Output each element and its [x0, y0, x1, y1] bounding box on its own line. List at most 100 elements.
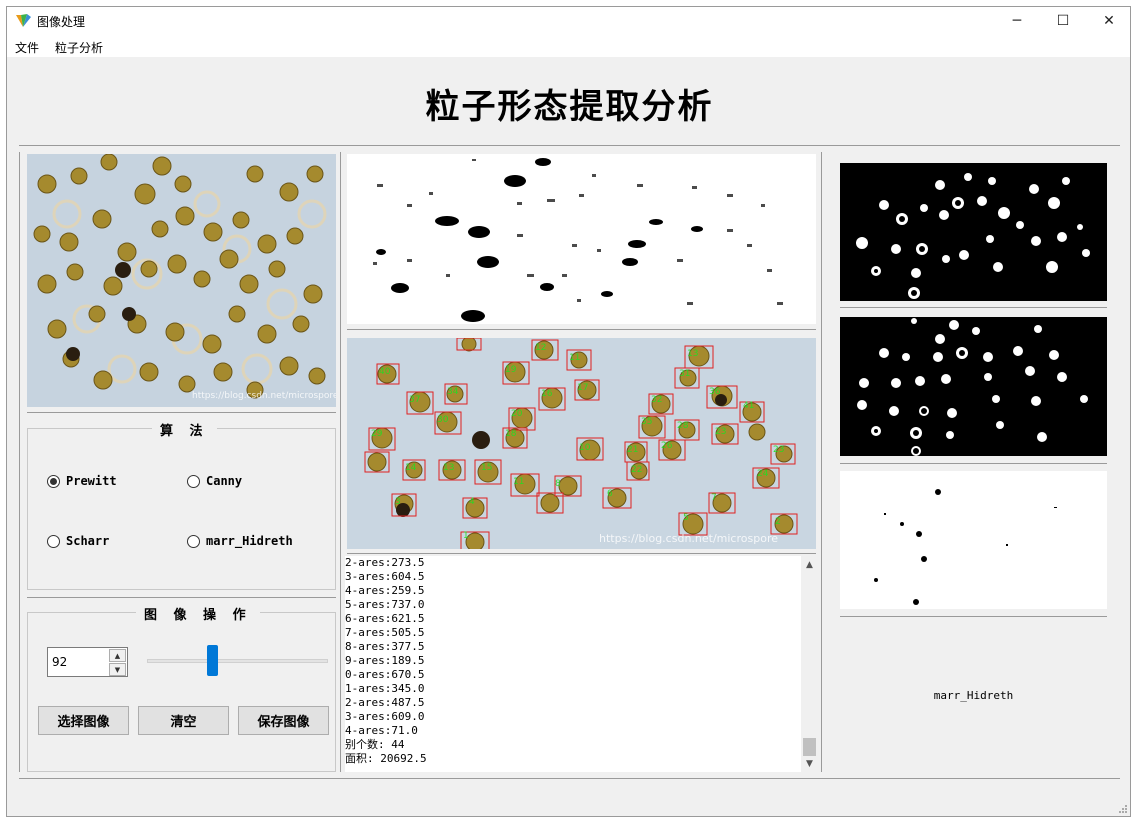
svg-text:23: 23 [773, 445, 784, 455]
svg-text:15: 15 [481, 463, 492, 473]
svg-text:5: 5 [683, 513, 689, 523]
radio-canny[interactable]: Canny [187, 474, 242, 488]
menu-bar: 文件 粒子分析 [7, 35, 1130, 57]
output-line: 1-ares:345.0 [345, 682, 425, 695]
svg-text:26: 26 [661, 441, 673, 451]
right-divider-2 [840, 463, 1107, 464]
algorithm-group-title: 算 法 [152, 420, 217, 439]
output-line: 5-ares:737.0 [345, 598, 425, 611]
header-divider [19, 145, 1120, 146]
maximize-button[interactable]: ☐ [1040, 7, 1086, 35]
output-line: 4-ares:71.0 [345, 724, 418, 737]
image-ops-group: 图 像 操 作 [27, 604, 336, 772]
svg-text:19: 19 [505, 365, 517, 375]
page-title: 粒子形态提取分析 [425, 87, 714, 127]
binary-image [347, 154, 816, 324]
output-line: 2-ares:487.5 [345, 696, 425, 709]
output-line: 0-ares:670.5 [345, 668, 425, 681]
spin-down-button[interactable]: ▼ [109, 663, 126, 676]
scroll-up-icon[interactable]: ▲ [801, 558, 818, 572]
svg-text:29: 29 [371, 429, 383, 439]
minimize-button[interactable]: ─ [994, 7, 1040, 35]
spin-up-button[interactable]: ▲ [109, 649, 126, 662]
menu-particle-analysis[interactable]: 粒子分析 [55, 39, 103, 56]
svg-text:37: 37 [409, 395, 420, 405]
original-image-watermark: https://blog.csdn.net/microspore [192, 391, 336, 401]
svg-text:22: 22 [631, 465, 642, 475]
svg-text:28: 28 [677, 421, 689, 431]
svg-text:40: 40 [379, 367, 391, 377]
svg-text:4: 4 [469, 497, 475, 507]
image-ops-group-title: 图 像 操 作 [136, 604, 260, 623]
algorithm-group: 算 法 [27, 420, 336, 590]
close-button[interactable]: ✕ [1086, 7, 1132, 35]
resize-grip-icon[interactable] [1117, 803, 1127, 813]
svg-text:1: 1 [463, 531, 469, 541]
radio-prewitt-indicator[interactable] [47, 474, 60, 488]
radio-prewitt-label: Prewitt [66, 474, 117, 488]
svg-text:3: 3 [395, 497, 401, 507]
select-image-button[interactable]: 选择图像 [38, 706, 129, 735]
output-scrollbar[interactable]: ▲ ▼ [801, 556, 818, 772]
col-divider-2 [821, 152, 822, 772]
radio-scharr-label: Scharr [66, 534, 110, 548]
output-line: 9-ares:189.5 [345, 654, 425, 667]
detected-image-watermark: https://blog.csdn.net/microspore [599, 532, 778, 545]
threshold-slider-handle[interactable] [207, 645, 218, 676]
output-line: 8-ares:377.5 [345, 640, 425, 653]
edge-image-2 [840, 317, 1107, 456]
svg-text:18: 18 [505, 429, 517, 439]
radio-marr-hidreth[interactable]: marr_Hidreth [187, 534, 293, 548]
svg-text:2: 2 [775, 517, 781, 527]
left-divider [19, 152, 20, 772]
title-bar[interactable]: 图像处理 ─ ☐ ✕ [7, 7, 1130, 35]
clear-button[interactable]: 清空 [138, 706, 229, 735]
original-image: https://blog.csdn.net/microspore [27, 154, 336, 407]
radio-canny-indicator[interactable] [187, 474, 200, 488]
algorithm-result-label: marr_Hidreth [933, 689, 1014, 702]
svg-text:36: 36 [709, 387, 721, 397]
radio-prewitt[interactable]: Prewitt [47, 474, 117, 488]
radio-canny-label: Canny [206, 474, 243, 488]
output-line: 别个数: 44 [345, 738, 405, 751]
svg-text:6: 6 [607, 489, 613, 499]
threshold-spinbox[interactable]: 92 ▲ ▼ [47, 647, 128, 677]
output-line: 7-ares:505.5 [345, 626, 425, 639]
output-line: 4-ares:259.5 [345, 584, 425, 597]
window-title: 图像处理 [37, 15, 86, 29]
right-divider-3 [840, 616, 1107, 617]
svg-text:16: 16 [541, 389, 553, 399]
middle-divider-1 [347, 329, 816, 330]
footer-divider [19, 778, 1120, 779]
svg-text:20: 20 [511, 409, 523, 419]
output-line: 3-ares:609.0 [345, 710, 425, 723]
output-line: 3-ares:604.5 [345, 570, 425, 583]
output-text-area[interactable]: 2-ares:273.5 3-ares:604.5 4-ares:259.5 5-ar… [345, 556, 801, 772]
svg-text:35: 35 [641, 417, 652, 427]
menu-file[interactable]: 文件 [15, 39, 39, 56]
radio-marr-hidreth-label: marr_Hidreth [206, 534, 293, 548]
svg-text:11: 11 [569, 353, 580, 363]
left-image-divider [27, 412, 336, 413]
svg-text:12: 12 [535, 343, 546, 353]
svg-text:23: 23 [715, 427, 726, 437]
threshold-slider[interactable] [147, 659, 328, 663]
svg-text:24: 24 [757, 469, 769, 479]
radio-marr-hidreth-indicator[interactable] [187, 534, 200, 548]
edge-image-3 [840, 471, 1107, 609]
svg-text:14: 14 [405, 463, 417, 473]
detected-image: 40 37 34 30 19 12 11 17 16 20 18 29 14 13 15 11 8 10 2… [347, 338, 816, 549]
scroll-thumb[interactable] [803, 738, 816, 756]
right-divider-1 [840, 307, 1107, 308]
svg-text:11: 11 [513, 477, 524, 487]
svg-text:41: 41 [743, 401, 754, 411]
svg-text:17: 17 [577, 383, 588, 393]
svg-text:10: 10 [579, 443, 591, 453]
svg-text:21: 21 [627, 445, 638, 455]
radio-scharr[interactable]: Scharr [47, 534, 109, 548]
svg-text:13: 13 [443, 463, 454, 473]
save-image-button[interactable]: 保存图像 [238, 706, 329, 735]
svg-text:7: 7 [711, 493, 717, 503]
scroll-down-icon[interactable]: ▼ [801, 757, 818, 771]
radio-scharr-indicator[interactable] [47, 534, 60, 548]
